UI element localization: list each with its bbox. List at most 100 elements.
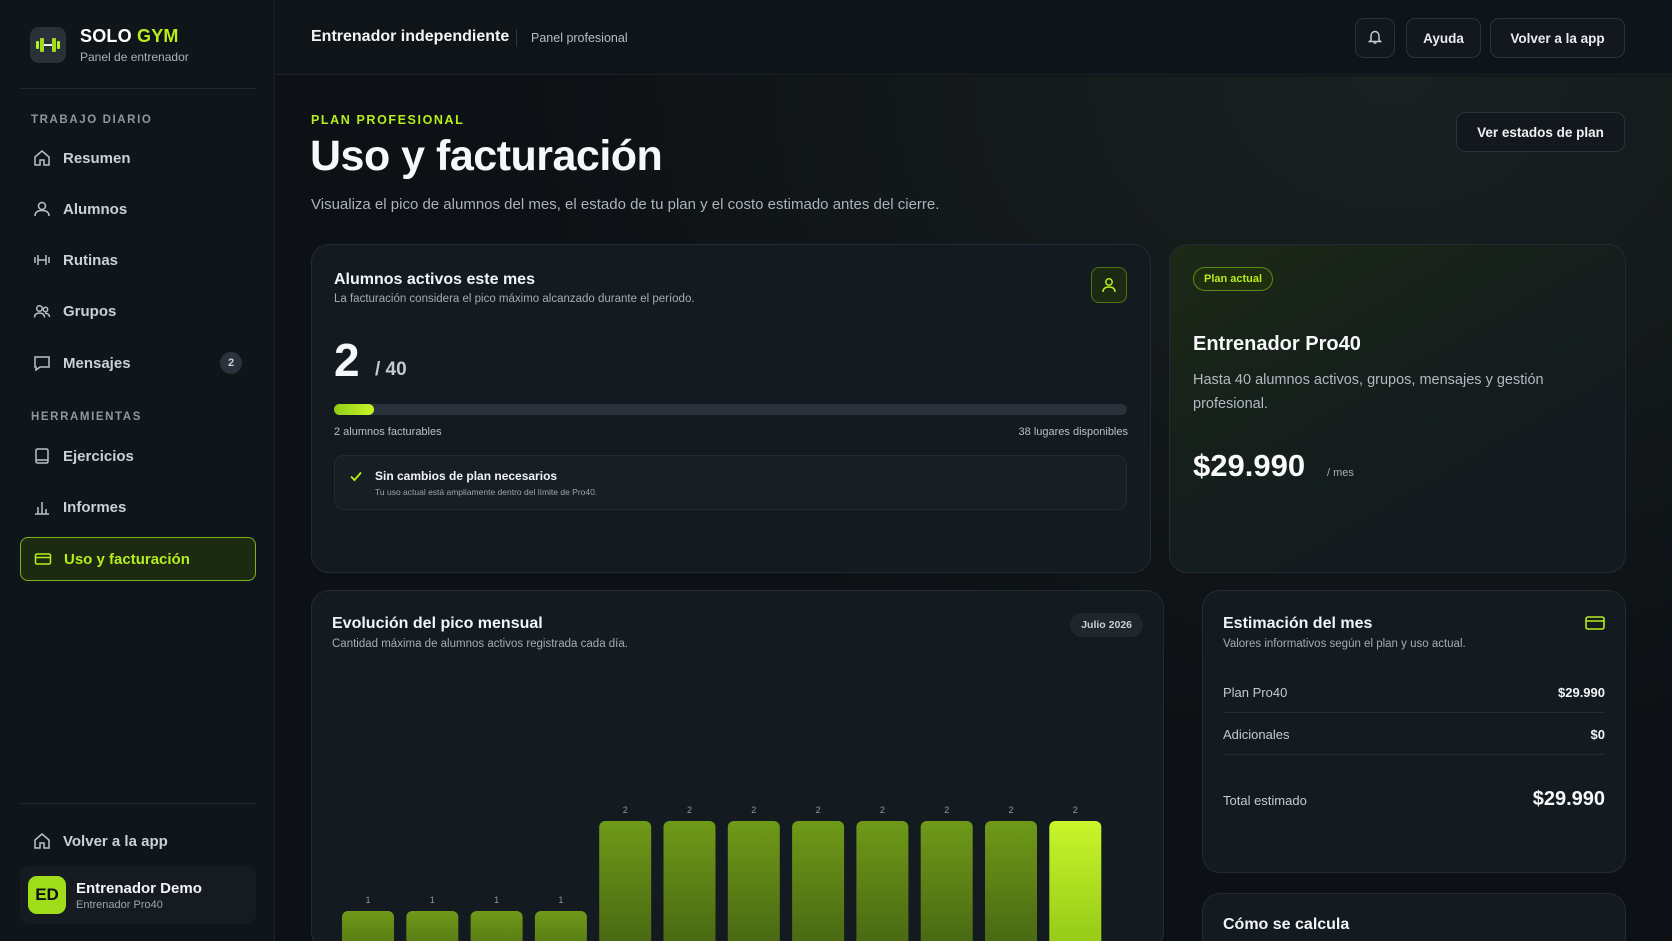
current-plan-badge: Plan actual bbox=[1193, 267, 1274, 291]
user-icon bbox=[32, 199, 52, 219]
bar-value-label: 2 bbox=[816, 805, 821, 815]
chart-bar bbox=[985, 821, 1037, 941]
chart-bar bbox=[663, 821, 716, 941]
back-to-app-label: Volver a la app bbox=[63, 832, 168, 850]
page-eyebrow: PLAN PROFESIONAL bbox=[311, 113, 465, 127]
page-title: Uso y facturación bbox=[310, 132, 663, 180]
sidebar-item-resumen[interactable]: Resumen bbox=[20, 136, 256, 180]
bar-chart-icon bbox=[32, 497, 52, 517]
topbar-title: Entrenador independiente bbox=[311, 28, 510, 45]
notifications-button[interactable] bbox=[1355, 18, 1395, 58]
card-title: Cómo se calcula bbox=[1223, 916, 1350, 933]
divider bbox=[516, 29, 517, 47]
section-label-daily: TRABAJO DIARIO bbox=[31, 114, 153, 126]
sidebar-item-alumnos[interactable]: Alumnos bbox=[20, 187, 256, 231]
chart-bar bbox=[727, 821, 780, 941]
sidebar-item-grupos[interactable]: Grupos bbox=[20, 289, 256, 333]
sidebar-item-ejercicios[interactable]: Ejercicios bbox=[20, 434, 256, 478]
divider bbox=[20, 803, 256, 804]
current-plan-card: Plan actual Entrenador Pro40 Hasta 40 al… bbox=[1169, 244, 1626, 573]
sidebar-item-label: Informes bbox=[63, 498, 127, 516]
estimate-value: $0 bbox=[1590, 727, 1605, 742]
avatar: ED bbox=[28, 876, 66, 914]
brand[interactable]: SOLO GYM Panel de entrenador bbox=[30, 26, 189, 64]
usage-progress-fill bbox=[334, 404, 374, 415]
brand-name: SOLO GYM bbox=[80, 26, 179, 46]
card-title: Alumnos activos este mes bbox=[334, 271, 535, 288]
chart-bar bbox=[470, 911, 523, 941]
card-subtitle: La facturación considera el pico máximo … bbox=[334, 293, 695, 305]
chart-bar bbox=[920, 821, 973, 941]
bell-icon bbox=[1367, 29, 1383, 48]
plan-description: Hasta 40 alumnos activos, grupos, mensaj… bbox=[1193, 372, 1544, 412]
sidebar-item-label: Ejercicios bbox=[63, 447, 134, 465]
chart-bar bbox=[792, 821, 845, 941]
dumbbell-icon bbox=[32, 250, 52, 270]
bar-value-label: 1 bbox=[365, 895, 370, 905]
active-students-card: Alumnos activos este mes La facturación … bbox=[311, 244, 1151, 573]
dumbbell-logo-icon bbox=[30, 27, 66, 63]
peak-bar-chart: 1 1 1 1 2 2 2 2 2 2 2 2 bbox=[342, 805, 1102, 941]
chart-bar bbox=[342, 911, 394, 941]
card-subtitle: Valores informativos según el plan y uso… bbox=[1223, 638, 1466, 650]
card-title: Evolución del pico mensual bbox=[332, 615, 543, 632]
back-to-app-button[interactable]: Volver a la app bbox=[1490, 18, 1625, 58]
topbar: Entrenador independiente Panel profesion… bbox=[276, 0, 1672, 75]
bar-value-label: 2 bbox=[1073, 805, 1078, 815]
user-card[interactable]: ED Entrenador Demo Entrenador Pro40 bbox=[20, 866, 256, 924]
estimate-total-value: $29.990 bbox=[1532, 788, 1605, 810]
bar-value-label: 1 bbox=[430, 895, 435, 905]
notice-title: Sin cambios de plan necesarios bbox=[375, 469, 558, 483]
plan-states-button[interactable]: Ver estados de plan bbox=[1456, 112, 1625, 152]
user-icon bbox=[1091, 267, 1127, 303]
chart-bar bbox=[599, 821, 652, 941]
bar-value-label: 1 bbox=[558, 895, 563, 905]
message-icon bbox=[32, 353, 52, 373]
available-slots: 38 lugares disponibles bbox=[1018, 426, 1128, 438]
card-subtitle: Cantidad máxima de alumnos activos regis… bbox=[332, 638, 628, 650]
estimate-value: $29.990 bbox=[1558, 685, 1605, 700]
sidebar-item-informes[interactable]: Informes bbox=[20, 485, 256, 529]
divider bbox=[20, 88, 256, 89]
home-icon bbox=[32, 831, 52, 851]
home-icon bbox=[32, 148, 52, 168]
sidebar-item-uso-facturacion[interactable]: Uso y facturación bbox=[20, 537, 256, 581]
check-icon bbox=[349, 469, 363, 488]
sidebar-back-to-app[interactable]: Volver a la app bbox=[20, 819, 256, 863]
chart-bar bbox=[1049, 821, 1102, 941]
bar-value-label: 2 bbox=[687, 805, 692, 815]
sidebar: SOLO GYM Panel de entrenador TRABAJO DIA… bbox=[0, 0, 275, 941]
estimate-label: Adicionales bbox=[1223, 727, 1290, 742]
sidebar-item-mensajes[interactable]: Mensajes 2 bbox=[20, 341, 256, 385]
bar-value-label: 2 bbox=[880, 805, 885, 815]
brand-subtitle: Panel de entrenador bbox=[80, 50, 189, 64]
bar-value-label: 1 bbox=[494, 895, 499, 905]
billable-count: 2 alumnos facturables bbox=[334, 426, 442, 438]
main-content: PLAN PROFESIONAL Uso y facturación Visua… bbox=[276, 76, 1672, 941]
sidebar-item-rutinas[interactable]: Rutinas bbox=[20, 238, 256, 282]
sidebar-item-label: Resumen bbox=[63, 149, 131, 167]
month-badge[interactable]: Julio 2026 bbox=[1070, 613, 1143, 637]
sidebar-item-label: Mensajes bbox=[63, 354, 131, 372]
peak-chart-card: Evolución del pico mensual Cantidad máxi… bbox=[311, 590, 1164, 941]
unread-badge: 2 bbox=[220, 352, 242, 374]
help-button[interactable]: Ayuda bbox=[1406, 18, 1481, 58]
sidebar-item-label: Alumnos bbox=[63, 200, 128, 218]
active-count: 2 bbox=[334, 334, 360, 386]
bar-value-label: 2 bbox=[623, 805, 628, 815]
topbar-subtitle: Panel profesional bbox=[531, 31, 628, 45]
estimate-label: Plan Pro40 bbox=[1223, 685, 1288, 700]
chart-bar bbox=[534, 911, 587, 941]
user-plan: Entrenador Pro40 bbox=[76, 898, 163, 911]
plan-period: / mes bbox=[1327, 467, 1354, 479]
estimate-card: Estimación del mes Valores informativos … bbox=[1202, 590, 1626, 873]
card-title: Estimación del mes bbox=[1223, 615, 1373, 632]
sidebar-item-label: Rutinas bbox=[63, 251, 119, 269]
section-label-tools: HERRAMIENTAS bbox=[31, 411, 142, 423]
active-max: / 40 bbox=[375, 359, 407, 380]
estimate-row: Plan Pro40 $29.990 bbox=[1223, 671, 1605, 713]
bar-value-label: 2 bbox=[1008, 805, 1013, 815]
plan-name: Entrenador Pro40 bbox=[1193, 333, 1361, 355]
sidebar-item-label: Uso y facturación bbox=[64, 550, 190, 568]
how-calculated-card: Cómo se calcula bbox=[1202, 893, 1626, 941]
